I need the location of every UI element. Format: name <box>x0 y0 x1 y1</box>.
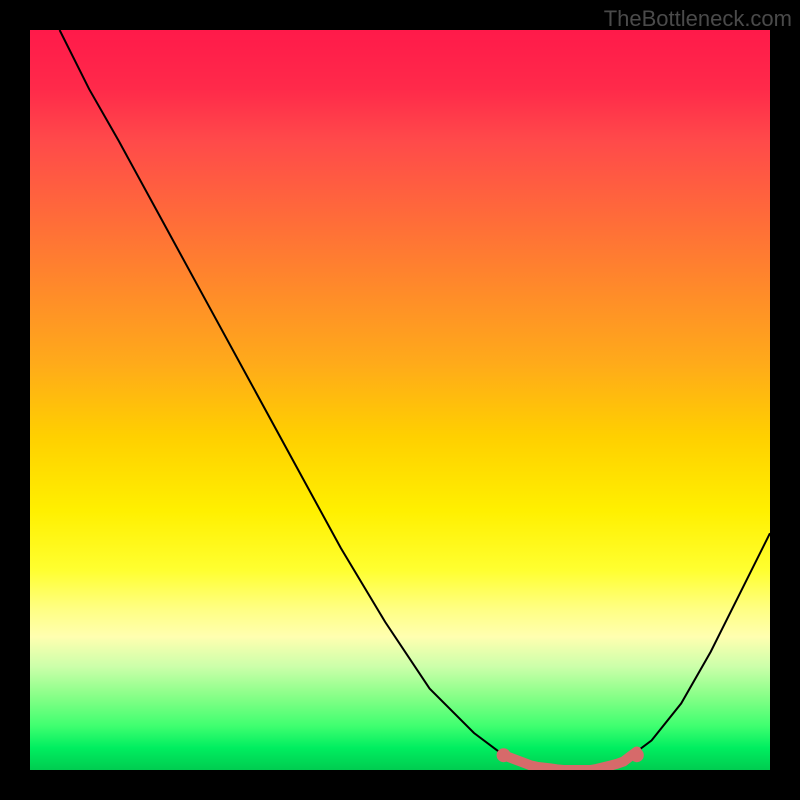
plot-area <box>30 30 770 770</box>
highlight-dot-start <box>497 748 511 762</box>
watermark-text: TheBottleneck.com <box>604 6 792 32</box>
optimal-range-highlight <box>504 752 637 771</box>
bottleneck-curve <box>60 30 770 770</box>
highlight-dot-end <box>630 748 644 762</box>
chart-svg <box>30 30 770 770</box>
